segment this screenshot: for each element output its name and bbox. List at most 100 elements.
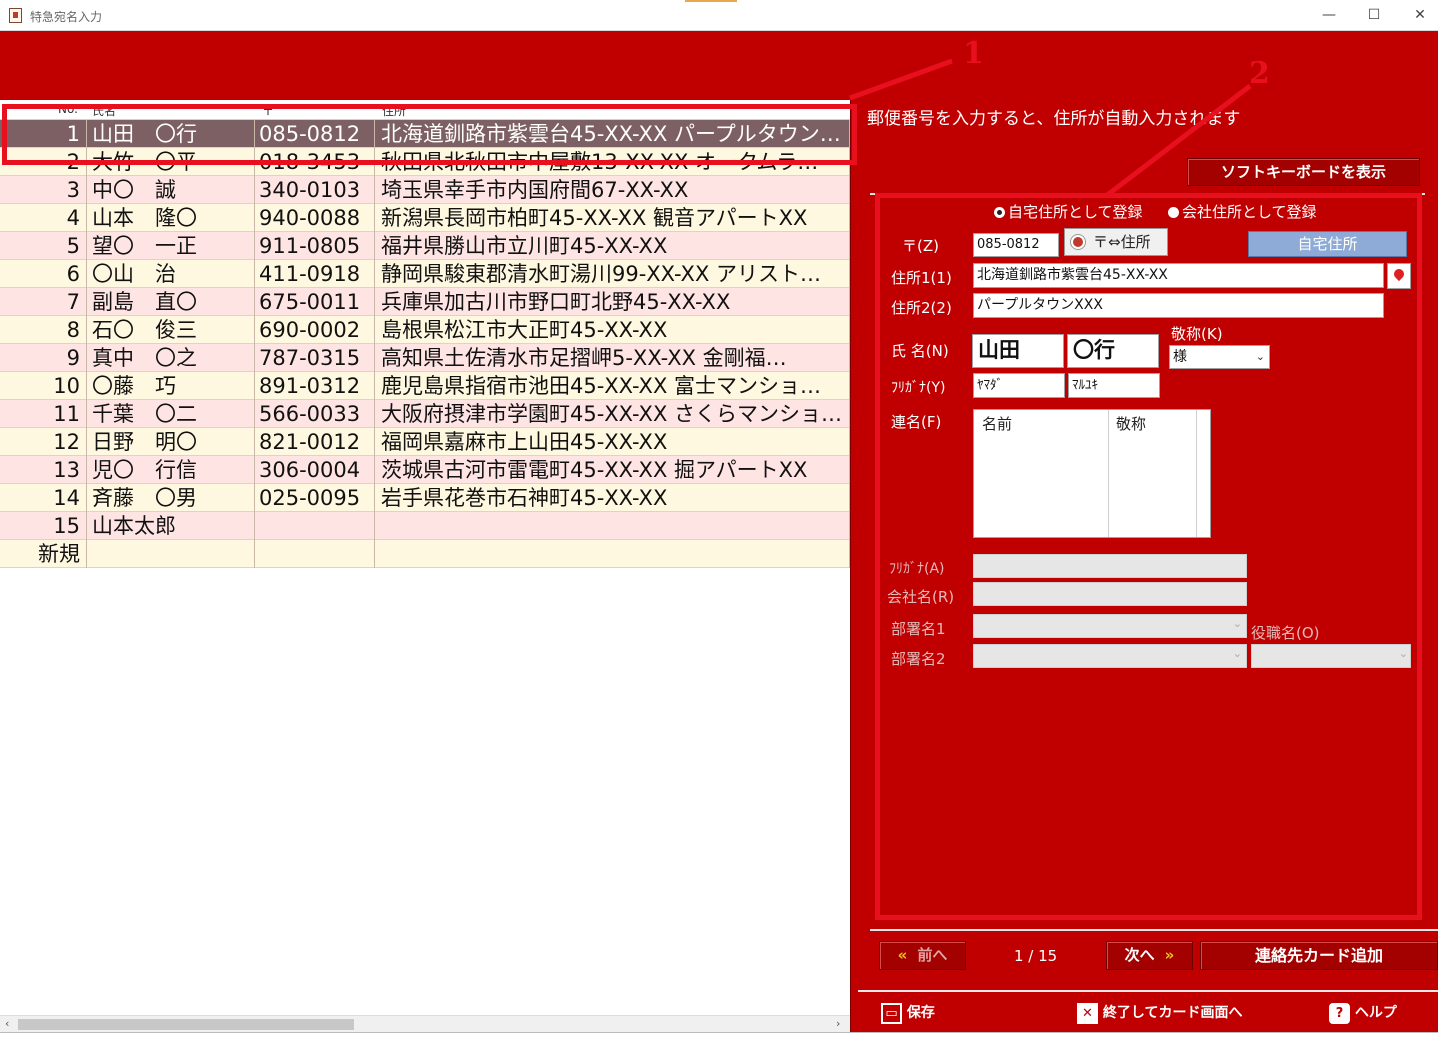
header-address[interactable]: 住所 [382,102,406,119]
cell-zip[interactable]: 787-0315 [255,344,375,372]
add-contact-card-button[interactable]: 連絡先カード追加 [1200,941,1438,970]
cell-zip[interactable]: 821-0012 [255,428,375,456]
cell-name[interactable]: 日野 明〇 [87,428,255,456]
cell-name[interactable]: 山本 隆〇 [87,204,255,232]
zip-to-address-button[interactable]: 〒⇔住所 [1064,228,1168,256]
first-kana-input[interactable]: ﾏﾙﾕｷ [1068,373,1160,398]
cell-no[interactable]: 13 [0,456,87,484]
table-row[interactable]: 9 真中 〇之 787-0315 高知県土佐清水市足摺岬5-XX-XX 金剛福… [0,344,850,372]
cell-name[interactable]: 副島 直〇 [87,288,255,316]
cell-name[interactable]: 児〇 行信 [87,456,255,484]
cell-zip[interactable]: 085-0812 [255,120,375,148]
cell-zip[interactable]: 411-0918 [255,260,375,288]
honorific-select[interactable]: 様 ⌄ [1169,345,1270,369]
radio-company-address[interactable]: 会社住所として登録 [1168,201,1317,222]
position-select[interactable]: ⌄ [1251,644,1411,668]
cell-name[interactable]: 〇藤 巧 [87,372,255,400]
cell-no[interactable]: 15 [0,512,87,540]
cell-no[interactable]: 8 [0,316,87,344]
table-row[interactable]: 14 斉藤 〇男 025-0095 岩手県花巻市石神町45-XX-XX [0,484,850,512]
address2-input[interactable]: パープルタウンXXX [973,293,1384,318]
table-row[interactable]: 13 児〇 行信 306-0004 茨城県古河市雷電町45-XX-XX 掘アパートXX [0,456,850,484]
table-row[interactable]: 7 副島 直〇 675-0011 兵庫県加古川市野口町北野45-XX-XX [0,288,850,316]
table-row[interactable]: 3 中〇 誠 340-0103 埼玉県幸手市内国府間67-XX-XX [0,176,850,204]
minimize-button[interactable]: — [1306,0,1352,30]
first-name-input[interactable]: 〇行 [1067,334,1159,368]
scroll-thumb[interactable] [18,1019,354,1030]
table-row[interactable]: 6 〇山 治 411-0918 静岡県駿東郡清水町湯川99-XX-XX アリスト… [0,260,850,288]
table-row[interactable]: 12 日野 明〇 821-0012 福岡県嘉麻市上山田45-XX-XX [0,428,850,456]
cell-no[interactable]: 新規 [0,540,87,568]
help-button[interactable]: ? ヘルプ [1329,1002,1397,1024]
cell-no[interactable]: 4 [0,204,87,232]
cell-no[interactable]: 14 [0,484,87,512]
cell-no[interactable]: 5 [0,232,87,260]
cell-address[interactable]: 茨城県古河市雷電町45-XX-XX 掘アパートXX [375,456,850,484]
table-row[interactable]: 15 山本太郎 [0,512,850,540]
cell-zip[interactable]: 306-0004 [255,456,375,484]
cell-address[interactable]: 大阪府摂津市学園町45-XX-XX さくらマンショ… [375,400,850,428]
address-type-button[interactable]: 自宅住所 [1248,231,1407,257]
cell-address[interactable] [375,512,850,540]
table-row[interactable]: 5 望〇 一正 911-0805 福井県勝山市立川町45-XX-XX [0,232,850,260]
cell-name[interactable]: 山本太郎 [87,512,255,540]
cell-name[interactable]: 真中 〇之 [87,344,255,372]
cell-name[interactable]: 望〇 一正 [87,232,255,260]
cell-name[interactable]: 大竹 〇平 [87,148,255,176]
scroll-right-icon[interactable]: › [836,1017,840,1030]
cell-address[interactable]: 福井県勝山市立川町45-XX-XX [375,232,850,260]
cell-zip[interactable]: 911-0805 [255,232,375,260]
cell-address[interactable]: 新潟県長岡市柏町45-XX-XX 観音アパートXX [375,204,850,232]
cell-zip[interactable]: 566-0033 [255,400,375,428]
maximize-button[interactable]: ☐ [1351,0,1397,30]
cell-zip[interactable]: 891-0312 [255,372,375,400]
cell-zip[interactable] [255,512,375,540]
cell-address[interactable]: 北海道釧路市紫雲台45-XX-XX パープルタウン… [375,120,850,148]
cell-no[interactable]: 10 [0,372,87,400]
cell-address[interactable]: 埼玉県幸手市内国府間67-XX-XX [375,176,850,204]
cell-name[interactable]: 斉藤 〇男 [87,484,255,512]
cell-no[interactable]: 3 [0,176,87,204]
cell-name[interactable]: 千葉 〇二 [87,400,255,428]
cell-name[interactable]: 山田 〇行 [87,120,255,148]
header-name[interactable]: 氏名 [92,102,116,119]
save-button[interactable]: ▭ 保存 [881,1002,935,1024]
table-row[interactable]: 2 大竹 〇平 018-3453 秋田県北秋田市中屋敷13-XX-XX オークムラ… [0,148,850,176]
table-row[interactable]: 10 〇藤 巧 891-0312 鹿児島県指宿市池田45-XX-XX 富士マンショ… [0,372,850,400]
dept2-select[interactable]: ⌄ [973,644,1247,668]
cell-no[interactable]: 6 [0,260,87,288]
cell-name[interactable]: 石〇 俊三 [87,316,255,344]
dept1-select[interactable]: ⌄ [973,614,1247,638]
prev-button[interactable]: « 前へ [879,941,966,970]
joint-name-table[interactable]: 名前 敬称 [973,409,1211,538]
last-kana-input[interactable]: ﾔﾏﾀﾞ [973,373,1065,398]
cell-zip[interactable]: 690-0002 [255,316,375,344]
zip-input[interactable]: 085-0812 [973,233,1059,257]
cell-no[interactable]: 11 [0,400,87,428]
cell-name[interactable]: 〇山 治 [87,260,255,288]
exit-to-card-button[interactable]: ✕ 終了してカード画面へ [1077,1002,1242,1024]
next-button[interactable]: 次へ » [1106,941,1193,970]
cell-zip[interactable]: 025-0095 [255,484,375,512]
horizontal-scrollbar[interactable]: ‹ › [0,1015,850,1032]
header-zip[interactable]: 〒 [262,102,274,119]
cell-zip[interactable] [255,540,375,568]
radio-home-address[interactable]: 自宅住所として登録 [994,201,1143,222]
map-pin-icon[interactable] [1387,263,1411,289]
cell-name[interactable]: 中〇 誠 [87,176,255,204]
cell-no[interactable]: 1 [0,120,87,148]
company-name-input[interactable] [973,582,1247,606]
cell-address[interactable]: 兵庫県加古川市野口町北野45-XX-XX [375,288,850,316]
cell-no[interactable]: 9 [0,344,87,372]
table-row[interactable]: 8 石〇 俊三 690-0002 島根県松江市大正町45-XX-XX [0,316,850,344]
cell-name[interactable] [87,540,255,568]
last-name-input[interactable]: 山田 [972,334,1064,368]
table-row[interactable]: 4 山本 隆〇 940-0088 新潟県長岡市柏町45-XX-XX 観音アパートXX [0,204,850,232]
cell-no[interactable]: 7 [0,288,87,316]
close-button[interactable]: ✕ [1397,0,1438,30]
cell-address[interactable]: 鹿児島県指宿市池田45-XX-XX 富士マンショ… [375,372,850,400]
cell-address[interactable]: 静岡県駿東郡清水町湯川99-XX-XX アリスト… [375,260,850,288]
cell-no[interactable]: 12 [0,428,87,456]
cell-address[interactable] [375,540,850,568]
header-no[interactable]: No. [58,102,78,116]
